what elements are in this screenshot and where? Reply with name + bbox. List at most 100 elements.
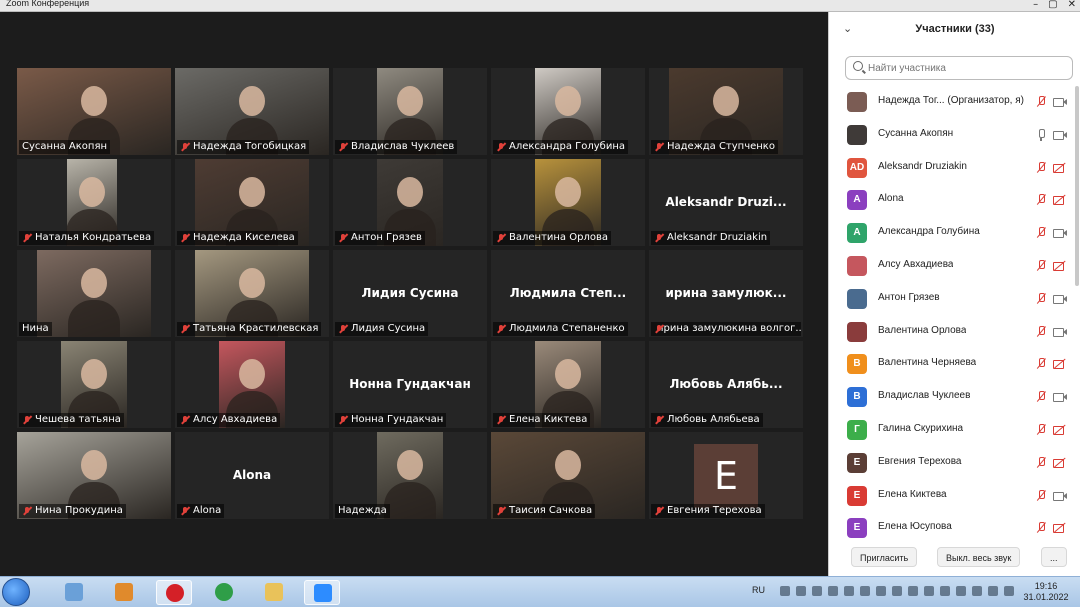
file-explorer-taskbar-button[interactable] — [256, 580, 292, 605]
participant-row[interactable]: Сусанна Акопян — [829, 119, 1073, 152]
close-icon[interactable]: ✕ — [1068, 0, 1076, 10]
tray-icon[interactable] — [972, 586, 982, 596]
invite-button[interactable]: Пригласить — [851, 547, 918, 567]
participant-row[interactable]: Алсу Авхадиева — [829, 250, 1073, 283]
video-tile[interactable]: Людмила Степ... Людмила Степаненко — [491, 250, 645, 337]
mute-all-button[interactable]: Выкл. весь звук — [937, 547, 1021, 567]
language-indicator[interactable]: RU — [752, 585, 765, 595]
video-tile[interactable]: Сусанна Акопян — [17, 68, 171, 155]
participant-row[interactable]: E Елена Юсупова — [829, 512, 1073, 545]
participant-row[interactable]: B Валентина Черняева — [829, 348, 1073, 381]
tray-icon[interactable] — [844, 586, 854, 596]
tray-icon[interactable] — [908, 586, 918, 596]
video-tile[interactable]: Надежда — [333, 432, 487, 519]
calculator-app-taskbar-button[interactable] — [56, 580, 92, 605]
video-tile[interactable]: Владислав Чуклеев — [333, 68, 487, 155]
opera-browser-taskbar-button[interactable] — [156, 580, 192, 605]
video-tile[interactable]: Елена Киктева — [491, 341, 645, 428]
media-app-taskbar-button[interactable] — [106, 580, 142, 605]
tray-icon[interactable] — [812, 586, 822, 596]
mic-muted-icon[interactable] — [1035, 194, 1047, 206]
video-tile[interactable]: Чешева татьяна — [17, 341, 171, 428]
video-tile[interactable]: Татьяна Крастилевская — [175, 250, 329, 337]
camera-off-icon[interactable] — [1053, 424, 1067, 436]
video-tile[interactable]: Надежда Ступченко — [649, 68, 803, 155]
video-tile[interactable]: Лидия Сусина Лидия Сусина — [333, 250, 487, 337]
video-tile[interactable]: Aleksandr Druzi... Aleksandr Druziakin — [649, 159, 803, 246]
camera-off-icon[interactable] — [1053, 457, 1067, 469]
camera-icon[interactable] — [1053, 129, 1067, 141]
mic-muted-icon[interactable] — [1035, 358, 1047, 370]
mic-muted-icon[interactable] — [1035, 227, 1047, 239]
participant-row[interactable]: E Евгения Терехова — [829, 447, 1073, 480]
participant-row[interactable]: AD Aleksandr Druziakin — [829, 152, 1073, 185]
participant-search[interactable] — [845, 56, 1073, 80]
tray-icon[interactable] — [860, 586, 870, 596]
maximize-icon[interactable]: ▢ — [1048, 0, 1057, 10]
video-tile[interactable]: Таисия Сачкова — [491, 432, 645, 519]
tray-icon[interactable] — [956, 586, 966, 596]
camera-off-icon[interactable] — [1053, 162, 1067, 174]
video-tile[interactable]: Наталья Кондратьева — [17, 159, 171, 246]
participant-row[interactable]: Валентина Орлова — [829, 316, 1073, 349]
camera-icon[interactable] — [1053, 391, 1067, 403]
start-button[interactable] — [2, 578, 30, 606]
video-tile[interactable]: Александра Голубина — [491, 68, 645, 155]
mic-muted-icon[interactable] — [1035, 423, 1047, 436]
video-tile[interactable]: Alona Alona — [175, 432, 329, 519]
tray-icon[interactable] — [1004, 586, 1014, 596]
camera-icon[interactable] — [1053, 326, 1067, 338]
video-tile[interactable]: Валентина Орлова — [491, 159, 645, 246]
mic-muted-icon[interactable] — [1035, 456, 1047, 469]
participant-row[interactable]: A Alona — [829, 184, 1073, 217]
system-clock[interactable]: 19:16 31.01.2022 — [1018, 581, 1074, 603]
mic-muted-icon[interactable] — [1035, 161, 1047, 174]
camera-icon[interactable] — [1053, 293, 1067, 305]
video-tile[interactable]: E Евгения Терехова — [649, 432, 803, 519]
camera-off-icon[interactable] — [1053, 260, 1067, 272]
chrome-browser-taskbar-button[interactable] — [206, 580, 242, 605]
search-input[interactable] — [868, 60, 1068, 76]
participant-row[interactable]: Г Галина Скурихина — [829, 414, 1073, 447]
tray-icon[interactable] — [780, 586, 790, 596]
video-tile[interactable]: Любовь Алябь... Любовь Алябьева — [649, 341, 803, 428]
mic-icon[interactable] — [1035, 128, 1047, 141]
video-tile[interactable]: Надежда Тогобицкая — [175, 68, 329, 155]
participant-row[interactable]: Антон Грязев — [829, 283, 1073, 316]
video-tile[interactable]: ирина замулюк... ирина замулюкина волгог.… — [649, 250, 803, 337]
video-tile[interactable]: Надежда Киселева — [175, 159, 329, 246]
mic-muted-icon[interactable] — [1035, 522, 1047, 534]
camera-icon[interactable] — [1053, 227, 1067, 239]
video-tile[interactable]: Антон Грязев — [333, 159, 487, 246]
mic-muted-icon[interactable] — [1035, 489, 1047, 502]
mic-muted-icon[interactable] — [1035, 325, 1047, 338]
mic-muted-icon[interactable] — [1035, 391, 1047, 403]
zoom-app-taskbar-button[interactable] — [304, 580, 340, 605]
camera-icon[interactable] — [1053, 96, 1067, 108]
camera-off-icon[interactable] — [1053, 522, 1067, 534]
video-tile[interactable]: Нонна Гундакчан Нонна Гундакчан — [333, 341, 487, 428]
minimize-icon[interactable]: – — [1033, 0, 1038, 10]
camera-off-icon[interactable] — [1053, 358, 1067, 370]
participant-row[interactable]: A Александра Голубина — [829, 217, 1073, 250]
participant-row[interactable]: Надежда Тог... (Организатор, я) — [829, 86, 1073, 119]
camera-icon[interactable] — [1053, 490, 1067, 502]
tray-icon[interactable] — [828, 586, 838, 596]
participant-row[interactable]: E Елена Киктева — [829, 480, 1073, 513]
mic-muted-icon[interactable] — [1035, 259, 1047, 272]
participant-list-scrollbar[interactable] — [1075, 86, 1079, 286]
tray-icon[interactable] — [940, 586, 950, 596]
video-tile[interactable]: Алсу Авхадиева — [175, 341, 329, 428]
camera-off-icon[interactable] — [1053, 194, 1067, 206]
tray-icon[interactable] — [876, 586, 886, 596]
video-tile[interactable]: Нина Прокудина — [17, 432, 171, 519]
tray-icon[interactable] — [796, 586, 806, 596]
participant-row[interactable]: B Владислав Чуклеев — [829, 381, 1073, 414]
more-options-button[interactable]: ... — [1041, 547, 1067, 567]
tray-icon[interactable] — [892, 586, 902, 596]
tray-icon[interactable] — [988, 586, 998, 596]
tray-icon[interactable] — [924, 586, 934, 596]
mic-muted-icon[interactable] — [1035, 96, 1047, 108]
video-tile[interactable]: Нина — [17, 250, 171, 337]
mic-muted-icon[interactable] — [1035, 292, 1047, 305]
